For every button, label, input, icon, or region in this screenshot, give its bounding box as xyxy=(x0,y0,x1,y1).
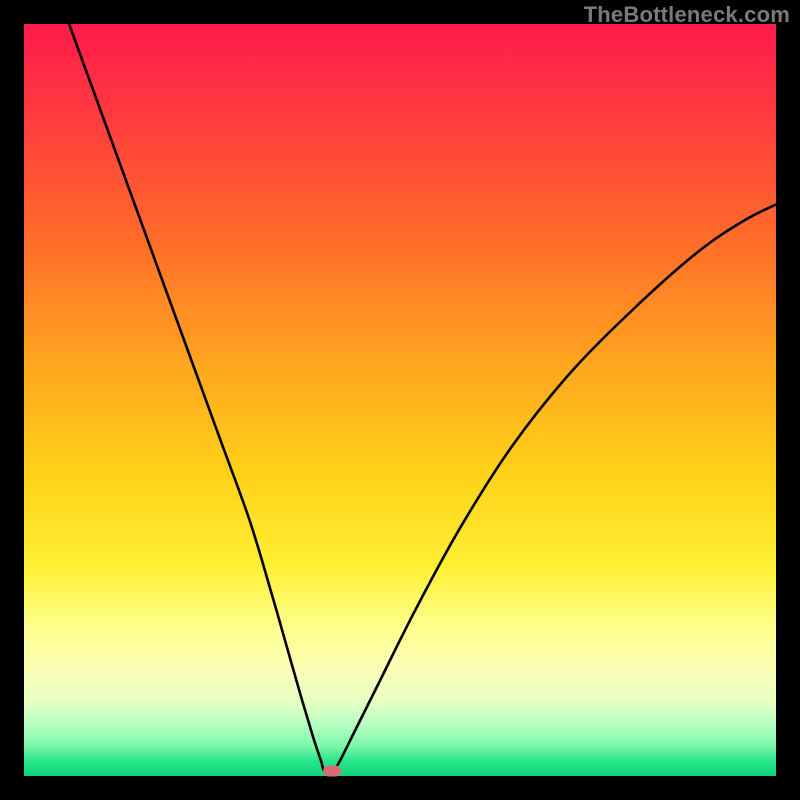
bottleneck-curve xyxy=(24,24,776,776)
plot-area xyxy=(24,24,776,776)
chart-frame: TheBottleneck.com xyxy=(0,0,800,800)
optimum-marker xyxy=(323,766,341,777)
